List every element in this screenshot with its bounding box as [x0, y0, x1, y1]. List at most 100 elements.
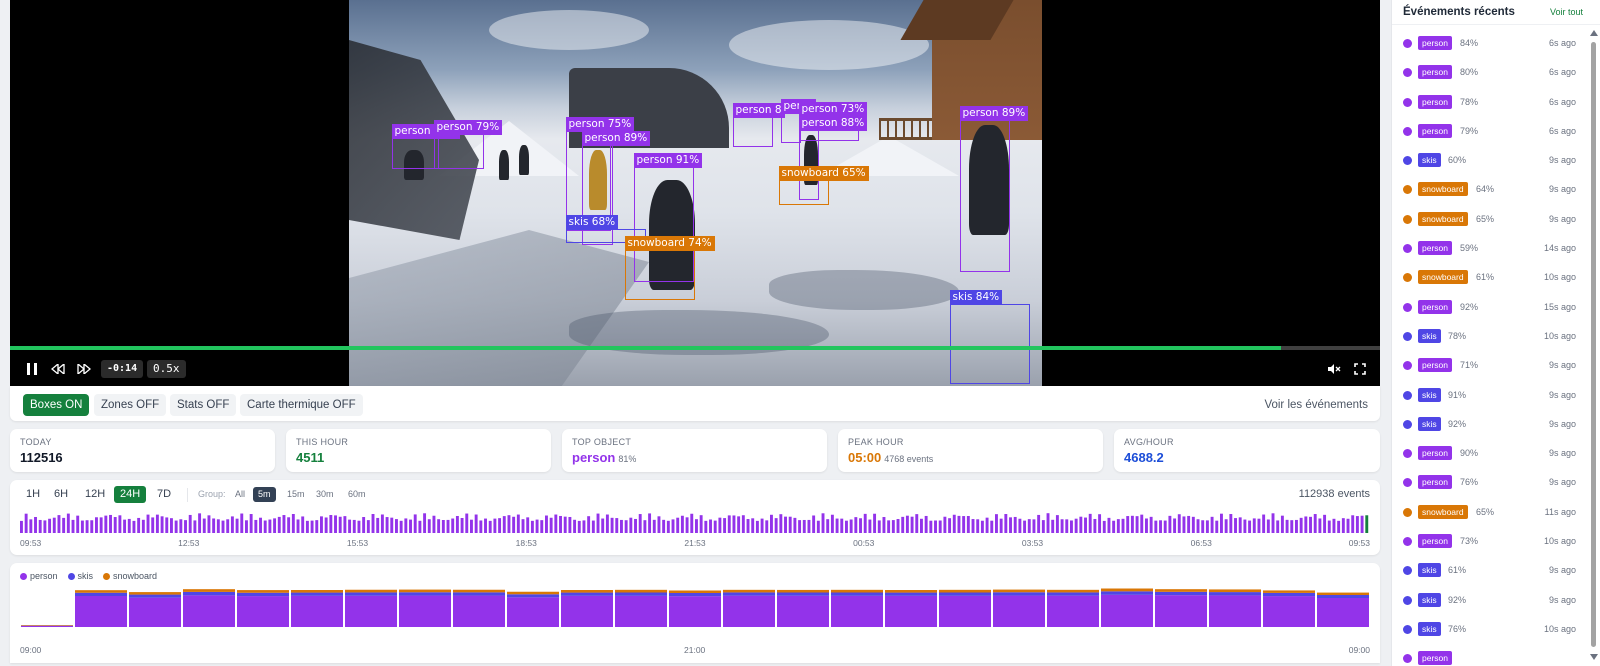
timeline-bar[interactable] [1112, 520, 1116, 533]
timeline-bar[interactable] [1346, 518, 1350, 533]
timeline-bar[interactable] [995, 514, 998, 533]
timeline-bar[interactable] [784, 516, 787, 533]
event-item[interactable]: snowboard 64% 9s ago [1392, 175, 1584, 204]
timeline-bar[interactable] [329, 515, 333, 533]
timeline-bar[interactable] [643, 520, 647, 533]
timeline-bar[interactable] [952, 514, 956, 533]
timeline-bar[interactable] [43, 520, 47, 533]
timeline-bar[interactable] [76, 515, 80, 533]
timeline-bar[interactable] [1201, 520, 1205, 533]
timeline-bar[interactable] [160, 516, 164, 533]
timeline-bar[interactable] [1145, 518, 1148, 533]
timeline-bar[interactable] [990, 520, 994, 533]
timeline-bar[interactable] [1093, 518, 1097, 533]
timeline-bar[interactable] [966, 516, 970, 533]
timeline-bar[interactable] [230, 516, 234, 533]
timeline-bar[interactable] [1041, 520, 1045, 533]
timeline-bar[interactable] [1116, 519, 1120, 533]
timeline-bar[interactable] [226, 519, 230, 533]
zones-toggle[interactable]: Zones OFF [94, 394, 167, 416]
timeline-bar[interactable] [887, 520, 891, 533]
group-button-30m[interactable]: 30m [311, 487, 339, 502]
timeline-bar[interactable] [1280, 515, 1284, 533]
timeline-bar[interactable] [348, 519, 352, 533]
timeline-bar[interactable] [699, 515, 703, 533]
event-item[interactable]: snowboard 65% 11s ago [1392, 498, 1584, 527]
timeline-bar[interactable] [1299, 517, 1303, 533]
video-player[interactable]: person 68% person 79% person 75% person 89%… [10, 0, 1380, 386]
timeline-bar[interactable] [980, 520, 984, 533]
timeline-bar[interactable] [1196, 519, 1200, 533]
event-item[interactable]: person 59% 14s ago [1392, 234, 1584, 263]
timeline-bar[interactable] [132, 520, 136, 533]
timeline-bar[interactable] [1004, 514, 1008, 533]
events-scrollbar[interactable] [1589, 30, 1599, 660]
timeline-bar[interactable] [455, 515, 459, 533]
fullscreen-button[interactable] [1352, 360, 1368, 378]
timeline-bar[interactable] [845, 520, 848, 533]
timeline-bar[interactable] [184, 520, 187, 533]
timeline-bar[interactable] [1154, 520, 1158, 533]
event-item[interactable]: skis 92% 9s ago [1392, 410, 1584, 439]
boxes-toggle[interactable]: Boxes ON [23, 394, 90, 416]
timeline-bar[interactable] [399, 520, 403, 533]
timeline-bar[interactable] [34, 516, 37, 533]
timeline-bar[interactable] [254, 519, 258, 533]
timeline-bar[interactable] [123, 519, 127, 533]
timeline-bar[interactable] [451, 518, 455, 533]
timeline-bar[interactable] [882, 517, 886, 533]
timeline-bar[interactable] [1121, 518, 1125, 533]
timeline-bar[interactable] [971, 519, 975, 533]
timeline-bar[interactable] [170, 518, 173, 533]
event-item[interactable]: snowboard 61% 10s ago [1392, 263, 1584, 292]
timeline-bar[interactable] [179, 519, 183, 533]
timeline-bar[interactable] [671, 519, 675, 533]
timeline-bar[interactable] [610, 517, 614, 533]
timeline-bar[interactable] [638, 514, 642, 533]
event-item[interactable]: person 84% 6s ago [1392, 29, 1584, 58]
timeline-bar[interactable] [357, 520, 361, 533]
timeline-bar[interactable] [1355, 516, 1359, 533]
timeline-bar[interactable] [934, 520, 937, 534]
timeline-bar[interactable] [1224, 519, 1228, 533]
timeline-bar[interactable] [905, 515, 909, 533]
timeline-bar[interactable] [999, 518, 1003, 533]
timeline-histogram[interactable] [20, 511, 1370, 533]
timeline-bar[interactable] [755, 520, 759, 533]
timeline-bar[interactable] [498, 518, 502, 533]
timeline-bar[interactable] [1079, 516, 1083, 533]
timeline-bar[interactable] [816, 520, 820, 533]
timeline-bar[interactable] [680, 515, 684, 533]
timeline-bar[interactable] [1313, 514, 1317, 533]
timeline-bar[interactable] [423, 513, 427, 533]
timeline-bar[interactable] [868, 519, 872, 533]
event-item[interactable]: person 78% 6s ago [1392, 88, 1584, 117]
timeline-bar[interactable] [554, 514, 558, 533]
event-item[interactable]: person 76% 9s ago [1392, 468, 1584, 497]
timeline-bar[interactable] [1163, 520, 1167, 533]
timeline-bar[interactable] [859, 518, 862, 533]
timeline-bar[interactable] [395, 519, 398, 533]
timeline-bar[interactable] [305, 520, 309, 533]
timeline-bar[interactable] [446, 519, 450, 533]
timeline-bar[interactable] [1238, 517, 1242, 533]
timeline-bar[interactable] [437, 519, 441, 533]
timeline-bar[interactable] [1107, 517, 1111, 533]
timeline-bar[interactable] [20, 520, 23, 533]
timeline-bar[interactable] [137, 517, 141, 533]
timeline-bar[interactable] [573, 519, 577, 533]
timeline-bar[interactable] [685, 517, 689, 533]
timeline-bar[interactable] [198, 513, 202, 533]
group-button-60m[interactable]: 60m [343, 487, 371, 502]
timeline-bar[interactable] [1252, 518, 1256, 533]
range-button-24h[interactable]: 24H [114, 486, 147, 503]
timeline-bar[interactable] [957, 515, 961, 533]
timeline-bar[interactable] [741, 515, 745, 533]
timeline-bar[interactable] [920, 518, 923, 533]
timeline-bar[interactable] [896, 519, 900, 533]
timeline-bar[interactable] [85, 520, 89, 533]
timeline-bar[interactable] [432, 515, 436, 533]
timeline-bar[interactable] [1065, 519, 1069, 533]
timeline-bar[interactable] [155, 514, 159, 533]
group-button-5m[interactable]: 5m [253, 487, 276, 502]
